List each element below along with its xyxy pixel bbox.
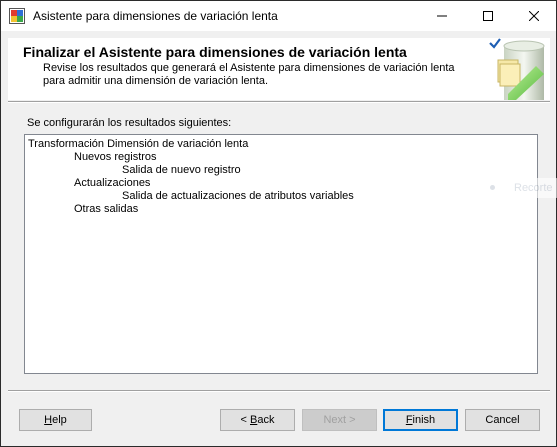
snip-dot-icon [490,185,495,190]
result-line: Transformación Dimensión de variación le… [28,138,249,150]
wizard-window: Asistente para dimensiones de variación … [0,0,557,447]
back-button[interactable]: < Back [220,409,295,431]
back-button-label-pre: < [240,414,250,426]
snip-overlay-label: Recorte [514,182,553,194]
footer-divider [8,390,550,392]
wizard-header: Finalizar el Asistente para dimensiones … [8,38,550,100]
wizard-header-graphic [489,38,545,100]
page-description: Revise los resultados que generará el As… [43,62,455,87]
finish-button[interactable]: Finish [383,409,458,431]
minimize-button[interactable] [419,1,465,31]
close-icon [529,11,539,21]
maximize-button[interactable] [465,1,511,31]
result-line: Nuevos registros [74,151,157,163]
next-button-label: Next > [323,414,356,426]
wizard-app-icon [9,8,25,24]
window-title: Asistente para dimensiones de variación … [33,9,278,23]
finish-button-label-post: inish [412,414,436,426]
result-line: Salida de nuevo registro [122,164,241,176]
title-bar[interactable]: Asistente para dimensiones de variación … [1,1,556,31]
results-label: Se configurarán los resultados siguiente… [27,117,232,129]
back-button-label-post: ack [257,414,275,426]
back-button-accel: B [250,414,258,426]
result-line: Salida de actualizaciones de atributos v… [122,190,354,202]
snip-overlay: Recorte [482,178,557,198]
maximize-icon [483,11,493,21]
help-button-label-post: elp [52,414,67,426]
page-title: Finalizar el Asistente para dimensiones … [23,44,407,60]
close-button[interactable] [511,1,557,31]
help-button-accel: H [44,414,53,426]
header-divider [8,101,550,103]
finish-button-accel: F [405,414,413,426]
minimize-icon [437,15,447,17]
result-line: Actualizaciones [74,177,151,189]
help-button[interactable]: Help [19,409,92,431]
cancel-button-label: Cancel [485,414,520,426]
result-line: Otras salidas [74,203,139,215]
cancel-button[interactable]: Cancel [465,409,540,431]
next-button[interactable]: Next > [302,409,377,431]
results-textbox[interactable]: Transformación Dimensión de variación le… [24,134,538,374]
